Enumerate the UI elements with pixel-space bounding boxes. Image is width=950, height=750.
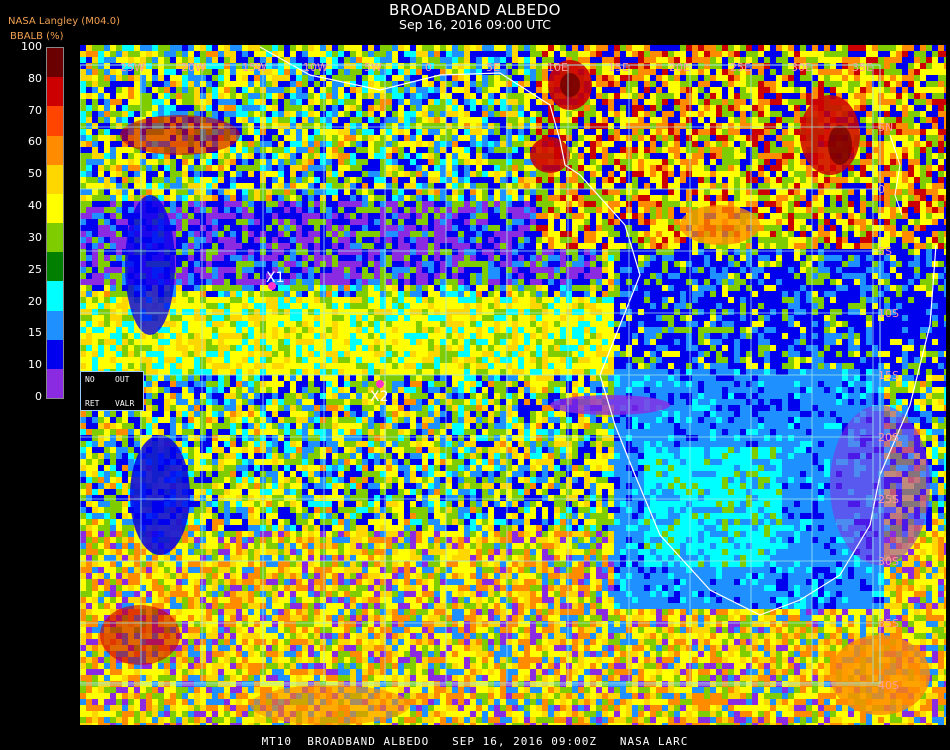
- latitude-label: 0: [878, 183, 885, 196]
- colorbar-segment: [47, 281, 63, 311]
- colorbar-segment: [47, 339, 63, 370]
- colorbar-segment: [47, 223, 63, 253]
- colorbar-tick-label: 60: [28, 135, 42, 149]
- colorbar-segment: [47, 193, 63, 224]
- latitude-label: 5N: [878, 121, 893, 134]
- colorbar-tick-label: 30: [28, 230, 42, 244]
- colorbar-segment: [47, 252, 63, 282]
- longitude-label: 30E: [791, 61, 812, 74]
- colorbar-tick-label: 25: [28, 262, 42, 276]
- colorbar-tick-label: 20: [28, 294, 42, 308]
- colorbar-segment: [47, 77, 63, 107]
- colorbar-tick-label: 10: [28, 358, 42, 372]
- map-datetime: Sep 16, 2016 09:00 UTC: [399, 17, 551, 32]
- key-no: NO: [85, 375, 95, 384]
- colorbar-segment: [47, 368, 63, 399]
- longitude-label: 25E: [730, 61, 751, 74]
- longitude-label: 10W: [303, 61, 328, 74]
- colorbar-segment: [47, 135, 63, 166]
- longitude-label: 5W: [364, 61, 382, 74]
- latitude-label: 40S: [878, 679, 899, 692]
- provider-label: NASA Langley (M04.0): [8, 16, 120, 27]
- longitude-label: 35E: [852, 61, 873, 74]
- key-valr: VALR: [115, 399, 135, 408]
- colorbar-tick-label: 0: [35, 390, 42, 403]
- latitude-label: 35S: [878, 617, 899, 630]
- key-out: OUT: [115, 375, 130, 384]
- latitude-label: 15S: [878, 369, 899, 382]
- latitude-label: 5S: [878, 245, 892, 258]
- latitude-label: 30S: [878, 555, 899, 568]
- marker-x2-label: X2: [370, 389, 389, 405]
- longitude-label: 20E: [669, 61, 690, 74]
- marker-x2-dot[interactable]: [376, 380, 384, 388]
- latitude-label: 25S: [878, 493, 899, 506]
- colorbar-tick-label: 15: [28, 326, 42, 340]
- key-box: NO OUT RET VALR: [80, 371, 144, 411]
- colorbar-tick-label: 70: [28, 103, 42, 117]
- longitude-label: 25W: [120, 61, 145, 74]
- colorbar-tick-label: 40: [28, 199, 42, 213]
- colorbar-segment: [47, 48, 63, 78]
- key-ret: RET: [85, 399, 100, 408]
- longitude-label: 15W: [242, 61, 267, 74]
- albedo-map: 25W 20W 15W 10W 5W 0 5E 10E 15E 20E 25E 30E 35E 5N 0 5S…: [80, 45, 946, 725]
- longitude-label: 5E: [486, 61, 500, 74]
- footer-caption: MT10 BROADBAND ALBEDO SEP 16, 2016 09:00…: [261, 735, 689, 748]
- latitude-label: 20S: [878, 431, 899, 444]
- colorbar-tick-label: 50: [28, 167, 42, 181]
- longitude-label: 15E: [608, 61, 629, 74]
- colorbar-segment: [47, 106, 63, 136]
- marker-x1-label: X1: [266, 270, 285, 286]
- longitude-label: 10E: [547, 61, 568, 74]
- colorbar-segment: [47, 310, 63, 341]
- latitude-label: 10S: [878, 307, 899, 320]
- colorbar-tick-label: 80: [28, 71, 42, 85]
- colorbar: [46, 47, 64, 399]
- colorbar-segment: [47, 164, 63, 195]
- longitude-label: 20W: [181, 61, 206, 74]
- colorbar-tick-label: 100: [21, 40, 42, 53]
- longitude-label: 0: [425, 61, 432, 74]
